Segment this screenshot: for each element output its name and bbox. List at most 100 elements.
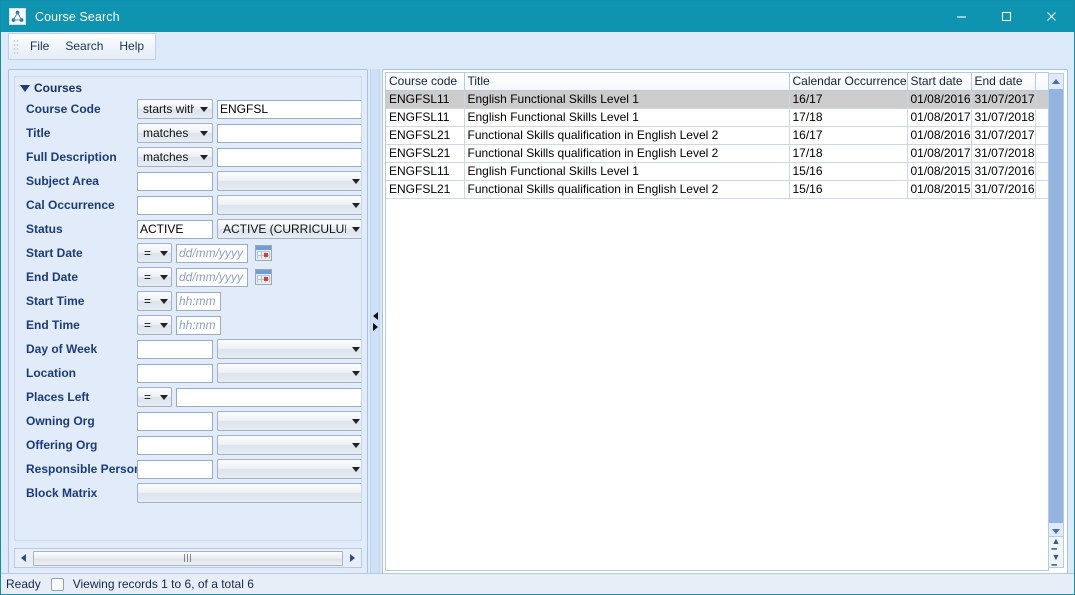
input-end-date[interactable]: dd/mm/yyyy (176, 267, 248, 287)
input-responsible-person[interactable] (137, 459, 213, 479)
menu-bar-area: File Search Help (8, 33, 1068, 61)
label-block-matrix: Block Matrix (26, 486, 98, 500)
chevron-down-icon (352, 370, 360, 376)
cell-title: Functional Skills qualification in Engli… (464, 144, 790, 163)
panel-splitter[interactable] (370, 69, 380, 574)
input-offering-org[interactable] (137, 435, 213, 455)
menu-search[interactable]: Search (57, 36, 111, 57)
combo-owning-org[interactable] (217, 411, 361, 431)
input-end-time[interactable]: hh:mm (176, 315, 221, 335)
label-start-time: Start Time (26, 294, 85, 308)
combo-block-matrix[interactable] (137, 483, 361, 503)
operator-full-description[interactable]: matches (137, 147, 213, 167)
column-header-start-date[interactable]: Start date (907, 73, 972, 91)
cell-title: English Functional Skills Level 1 (464, 108, 790, 127)
collapse-triangle-icon[interactable] (20, 84, 30, 92)
menu-drag-grip[interactable] (12, 38, 19, 55)
column-header-spacer[interactable] (1035, 73, 1048, 91)
input-start-time[interactable]: hh:mm (176, 291, 221, 311)
menu-file[interactable]: File (22, 36, 57, 57)
cell-end-date: 31/07/2018 (971, 144, 1036, 163)
scroll-up-button[interactable] (1049, 74, 1063, 88)
operator-end-time[interactable]: = (137, 315, 172, 335)
operator-end-date[interactable]: = (137, 267, 172, 287)
arrow-right-icon[interactable] (373, 323, 378, 331)
combo-cal-occurrence[interactable] (217, 195, 361, 215)
cell-spacer (1035, 90, 1048, 109)
splitter-collapse-arrows[interactable] (373, 312, 378, 331)
column-header-course-code[interactable]: Course code (386, 73, 465, 91)
cell-calendar-occurrence: 17/18 (789, 144, 908, 163)
arrow-left-icon[interactable] (373, 312, 378, 320)
column-header-title[interactable]: Title (464, 73, 790, 91)
table-row[interactable]: ENGFSL21 Functional Skills qualification… (386, 180, 1048, 199)
calendar-icon-end-date[interactable] (255, 269, 272, 285)
search-panel-horizontal-scrollbar[interactable] (14, 548, 362, 568)
column-header-end-date[interactable]: End date (971, 73, 1036, 91)
input-day-of-week[interactable] (137, 339, 213, 359)
operator-start-date[interactable]: = (137, 243, 172, 263)
input-start-date[interactable]: dd/mm/yyyy (176, 243, 248, 263)
cell-course-code: ENGFSL11 (386, 108, 465, 127)
chevron-down-icon (352, 466, 360, 472)
column-header-calendar-occurrence[interactable]: Calendar Occurrence (789, 73, 908, 91)
chevron-down-icon (352, 226, 360, 232)
title-bar: Course Search (1, 1, 1074, 32)
label-offering-org: Offering Org (26, 438, 98, 452)
input-full-description[interactable] (217, 147, 361, 167)
minimize-button[interactable] (939, 1, 984, 32)
input-owning-org[interactable] (137, 411, 213, 431)
chevron-down-icon (160, 394, 168, 400)
page-down-icon[interactable]: ▼ ━ (1052, 553, 1061, 570)
label-title: Title (26, 126, 51, 140)
maximize-button[interactable] (984, 1, 1029, 32)
courses-section: Courses Course Code starts with ENGFSL T… (14, 76, 362, 541)
combo-offering-org[interactable] (217, 435, 361, 455)
close-button[interactable] (1029, 1, 1074, 32)
operator-places-left[interactable]: = (137, 387, 172, 407)
input-places-left[interactable] (176, 387, 361, 407)
cell-title: Functional Skills qualification in Engli… (464, 126, 790, 145)
cell-end-date: 31/07/2016 (971, 180, 1036, 199)
page-up-icon[interactable]: ▲ ━ (1052, 537, 1061, 554)
label-day-of-week: Day of Week (26, 342, 98, 356)
operator-start-time[interactable]: = (137, 291, 172, 311)
scroll-left-button[interactable] (15, 550, 32, 567)
chevron-down-icon (200, 130, 208, 136)
menu-help[interactable]: Help (111, 36, 152, 57)
cell-spacer (1035, 144, 1048, 163)
vertical-scroll-thumb[interactable] (1049, 89, 1063, 523)
combo-status[interactable]: ACTIVE (CURRICULUM) (217, 219, 361, 239)
combo-location[interactable] (217, 363, 361, 383)
calendar-icon-start-date[interactable] (255, 245, 272, 261)
horizontal-scroll-thumb[interactable] (33, 550, 343, 566)
operator-course-code[interactable]: starts with (137, 99, 213, 119)
combo-day-of-week[interactable] (217, 339, 361, 359)
input-location[interactable] (137, 363, 213, 383)
label-start-date: Start Date (26, 246, 83, 260)
operator-title[interactable]: matches (137, 123, 213, 143)
input-course-code[interactable]: ENGFSL (217, 99, 361, 119)
label-end-date: End Date (26, 270, 79, 284)
table-row[interactable]: ENGFSL11 English Functional Skills Level… (386, 108, 1048, 127)
cell-end-date: 31/07/2017 (971, 90, 1036, 109)
table-row[interactable]: ENGFSL11 English Functional Skills Level… (386, 90, 1048, 109)
cell-end-date: 31/07/2018 (971, 108, 1036, 127)
label-status: Status (26, 222, 63, 236)
results-vertical-scrollbar[interactable] (1048, 73, 1064, 539)
input-status[interactable]: ACTIVE (137, 219, 213, 239)
table-row[interactable]: ENGFSL21 Functional Skills qualification… (386, 144, 1048, 163)
table-row[interactable]: ENGFSL21 Functional Skills qualification… (386, 126, 1048, 145)
combo-subject-area[interactable] (217, 171, 361, 191)
table-row[interactable]: ENGFSL11 English Functional Skills Level… (386, 162, 1048, 181)
status-checkbox[interactable] (50, 577, 64, 591)
input-subject-area[interactable] (137, 171, 213, 191)
record-paging-buttons[interactable]: ▲ ━ ▼ ━ (1048, 536, 1064, 570)
scroll-right-button[interactable] (344, 550, 361, 567)
input-title[interactable] (217, 123, 361, 143)
input-cal-occurrence[interactable] (137, 195, 213, 215)
courses-section-header[interactable]: Courses (15, 77, 361, 97)
combo-responsible-person[interactable] (217, 459, 361, 479)
cell-start-date: 01/08/2017 (907, 108, 972, 127)
field-row-status: Status ACTIVE ACTIVE (CURRICULUM) (15, 217, 361, 241)
